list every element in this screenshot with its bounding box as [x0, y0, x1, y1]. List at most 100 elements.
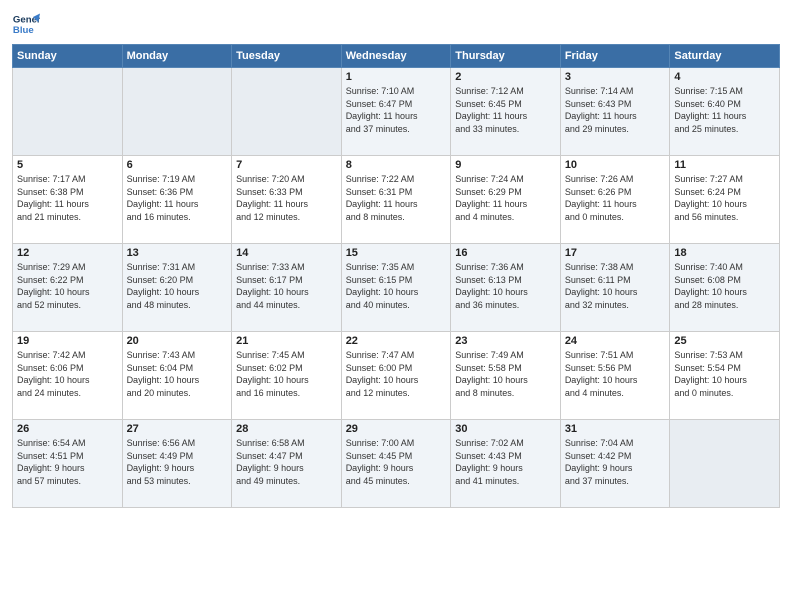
day-number: 20	[127, 335, 228, 347]
day-info: Sunrise: 7:45 AM Sunset: 6:02 PM Dayligh…	[236, 349, 337, 399]
day-number: 4	[674, 71, 775, 83]
weekday-saturday: Saturday	[670, 45, 780, 68]
day-number: 10	[565, 159, 666, 171]
day-info: Sunrise: 7:19 AM Sunset: 6:36 PM Dayligh…	[127, 173, 228, 223]
day-cell: 6 Sunrise: 7:19 AM Sunset: 6:36 PM Daylig…	[122, 156, 232, 244]
day-number: 27	[127, 423, 228, 435]
day-number: 25	[674, 335, 775, 347]
day-cell: 25Sunrise: 7:53 AM Sunset: 5:54 PM Dayli…	[670, 332, 780, 420]
weekday-monday: Monday	[122, 45, 232, 68]
day-info: Sunrise: 7:43 AM Sunset: 6:04 PM Dayligh…	[127, 349, 228, 399]
day-cell: 27Sunrise: 6:56 AM Sunset: 4:49 PM Dayli…	[122, 420, 232, 508]
day-cell: 1 Sunrise: 7:10 AM Sunset: 6:47 PM Daylig…	[341, 68, 451, 156]
day-info: Sunrise: 7:24 AM Sunset: 6:29 PM Dayligh…	[455, 173, 556, 223]
weekday-thursday: Thursday	[451, 45, 561, 68]
day-cell: 30 Sunrise: 7:02 AM Sunset: 4:43 PM Dayli…	[451, 420, 561, 508]
day-info: Sunrise: 7:12 AM Sunset: 6:45 PM Dayligh…	[455, 85, 556, 135]
day-cell: 22Sunrise: 7:47 AM Sunset: 6:00 PM Dayli…	[341, 332, 451, 420]
day-number: 2	[455, 71, 556, 83]
day-number: 23	[455, 335, 556, 347]
day-number: 11	[674, 159, 775, 171]
week-row-2: 5Sunrise: 7:17 AM Sunset: 6:38 PM Daylig…	[13, 156, 780, 244]
day-cell: 5Sunrise: 7:17 AM Sunset: 6:38 PM Daylig…	[13, 156, 123, 244]
day-number: 14	[236, 247, 337, 259]
page: General Blue SundayMondayTuesdayWednesda…	[0, 0, 792, 612]
day-cell: 20 Sunrise: 7:43 AM Sunset: 6:04 PM Dayli…	[122, 332, 232, 420]
svg-text:Blue: Blue	[13, 25, 34, 36]
day-info: Sunrise: 7:33 AM Sunset: 6:17 PM Dayligh…	[236, 261, 337, 311]
calendar-header: SundayMondayTuesdayWednesdayThursdayFrid…	[13, 45, 780, 68]
day-cell: 7Sunrise: 7:20 AM Sunset: 6:33 PM Daylig…	[232, 156, 342, 244]
day-number: 7	[236, 159, 337, 171]
day-number: 13	[127, 247, 228, 259]
day-number: 1	[346, 71, 447, 83]
day-cell: 18Sunrise: 7:40 AM Sunset: 6:08 PM Dayli…	[670, 244, 780, 332]
day-number: 5	[17, 159, 118, 171]
day-info: Sunrise: 7:02 AM Sunset: 4:43 PM Dayligh…	[455, 437, 556, 487]
day-cell: 16 Sunrise: 7:36 AM Sunset: 6:13 PM Dayli…	[451, 244, 561, 332]
week-row-5: 26 Sunrise: 6:54 AM Sunset: 4:51 PM Dayli…	[13, 420, 780, 508]
day-info: Sunrise: 7:00 AM Sunset: 4:45 PM Dayligh…	[346, 437, 447, 487]
weekday-wednesday: Wednesday	[341, 45, 451, 68]
day-number: 26	[17, 423, 118, 435]
calendar-body: 1 Sunrise: 7:10 AM Sunset: 6:47 PM Daylig…	[13, 68, 780, 508]
day-number: 8	[346, 159, 447, 171]
day-info: Sunrise: 7:31 AM Sunset: 6:20 PM Dayligh…	[127, 261, 228, 311]
day-cell: 14 Sunrise: 7:33 AM Sunset: 6:17 PM Dayli…	[232, 244, 342, 332]
day-number: 6	[127, 159, 228, 171]
day-cell: 26 Sunrise: 6:54 AM Sunset: 4:51 PM Dayli…	[13, 420, 123, 508]
day-info: Sunrise: 7:29 AM Sunset: 6:22 PM Dayligh…	[17, 261, 118, 311]
day-info: Sunrise: 7:51 AM Sunset: 5:56 PM Dayligh…	[565, 349, 666, 399]
day-cell: 11Sunrise: 7:27 AM Sunset: 6:24 PM Dayli…	[670, 156, 780, 244]
day-number: 29	[346, 423, 447, 435]
day-info: Sunrise: 7:04 AM Sunset: 4:42 PM Dayligh…	[565, 437, 666, 487]
day-cell	[232, 68, 342, 156]
day-cell: 29 Sunrise: 7:00 AM Sunset: 4:45 PM Dayli…	[341, 420, 451, 508]
day-number: 17	[565, 247, 666, 259]
logo: General Blue	[12, 10, 44, 38]
day-number: 9	[455, 159, 556, 171]
day-number: 21	[236, 335, 337, 347]
day-cell: 24Sunrise: 7:51 AM Sunset: 5:56 PM Dayli…	[560, 332, 670, 420]
day-number: 31	[565, 423, 666, 435]
day-info: Sunrise: 7:22 AM Sunset: 6:31 PM Dayligh…	[346, 173, 447, 223]
logo-icon: General Blue	[12, 10, 40, 38]
day-cell: 15 Sunrise: 7:35 AM Sunset: 6:15 PM Dayli…	[341, 244, 451, 332]
day-number: 30	[455, 423, 556, 435]
day-info: Sunrise: 7:49 AM Sunset: 5:58 PM Dayligh…	[455, 349, 556, 399]
day-number: 19	[17, 335, 118, 347]
day-cell: 23 Sunrise: 7:49 AM Sunset: 5:58 PM Dayli…	[451, 332, 561, 420]
day-cell	[13, 68, 123, 156]
day-cell: 9 Sunrise: 7:24 AM Sunset: 6:29 PM Daylig…	[451, 156, 561, 244]
weekday-sunday: Sunday	[13, 45, 123, 68]
day-cell: 17Sunrise: 7:38 AM Sunset: 6:11 PM Dayli…	[560, 244, 670, 332]
day-cell: 13 Sunrise: 7:31 AM Sunset: 6:20 PM Dayli…	[122, 244, 232, 332]
calendar: SundayMondayTuesdayWednesdayThursdayFrid…	[12, 44, 780, 508]
day-cell: 28 Sunrise: 6:58 AM Sunset: 4:47 PM Dayli…	[232, 420, 342, 508]
day-info: Sunrise: 7:36 AM Sunset: 6:13 PM Dayligh…	[455, 261, 556, 311]
day-number: 3	[565, 71, 666, 83]
day-number: 18	[674, 247, 775, 259]
day-cell: 2 Sunrise: 7:12 AM Sunset: 6:45 PM Daylig…	[451, 68, 561, 156]
day-cell	[670, 420, 780, 508]
day-info: Sunrise: 7:15 AM Sunset: 6:40 PM Dayligh…	[674, 85, 775, 135]
day-number: 16	[455, 247, 556, 259]
week-row-4: 19Sunrise: 7:42 AM Sunset: 6:06 PM Dayli…	[13, 332, 780, 420]
week-row-1: 1 Sunrise: 7:10 AM Sunset: 6:47 PM Daylig…	[13, 68, 780, 156]
day-info: Sunrise: 7:10 AM Sunset: 6:47 PM Dayligh…	[346, 85, 447, 135]
day-info: Sunrise: 6:58 AM Sunset: 4:47 PM Dayligh…	[236, 437, 337, 487]
day-number: 28	[236, 423, 337, 435]
day-info: Sunrise: 7:35 AM Sunset: 6:15 PM Dayligh…	[346, 261, 447, 311]
day-cell	[122, 68, 232, 156]
header: General Blue	[12, 10, 780, 38]
weekday-friday: Friday	[560, 45, 670, 68]
day-info: Sunrise: 7:47 AM Sunset: 6:00 PM Dayligh…	[346, 349, 447, 399]
day-cell: 8 Sunrise: 7:22 AM Sunset: 6:31 PM Daylig…	[341, 156, 451, 244]
weekday-header-row: SundayMondayTuesdayWednesdayThursdayFrid…	[13, 45, 780, 68]
day-cell: 4 Sunrise: 7:15 AM Sunset: 6:40 PM Daylig…	[670, 68, 780, 156]
day-cell: 21 Sunrise: 7:45 AM Sunset: 6:02 PM Dayli…	[232, 332, 342, 420]
day-info: Sunrise: 6:54 AM Sunset: 4:51 PM Dayligh…	[17, 437, 118, 487]
day-number: 12	[17, 247, 118, 259]
day-info: Sunrise: 7:26 AM Sunset: 6:26 PM Dayligh…	[565, 173, 666, 223]
day-number: 15	[346, 247, 447, 259]
